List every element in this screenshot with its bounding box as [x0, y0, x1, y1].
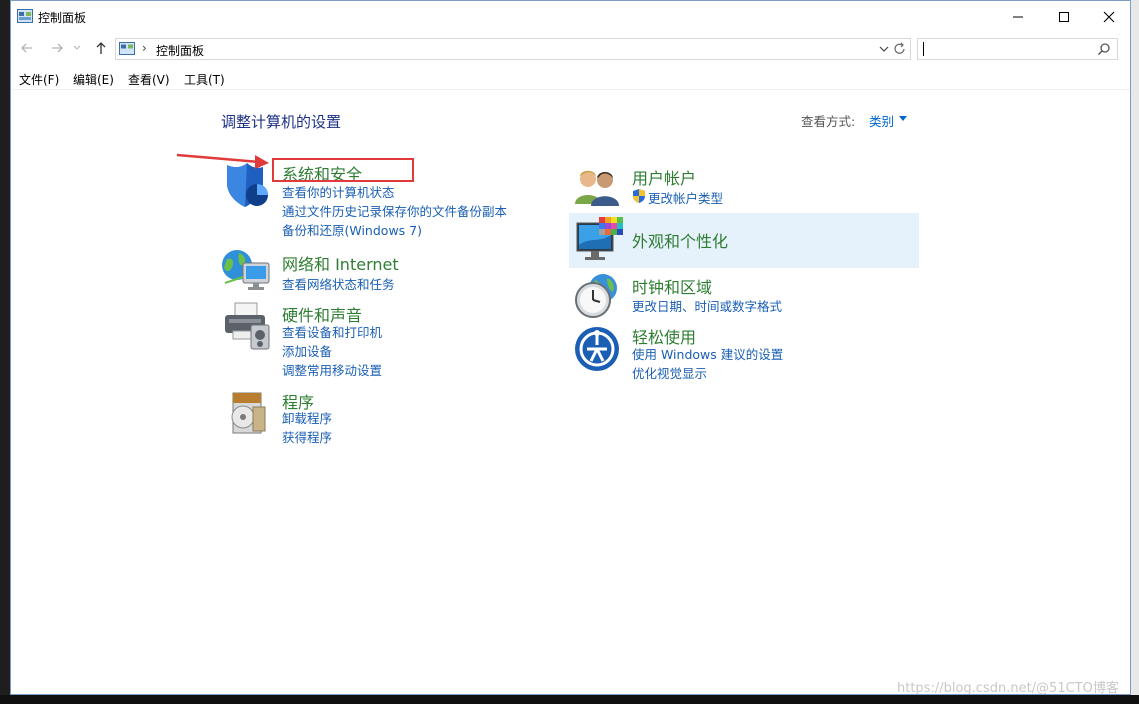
menu-view[interactable]: 查看(V) [128, 71, 170, 88]
close-button[interactable] [1086, 1, 1130, 32]
search-icon[interactable] [1097, 42, 1111, 56]
globe-network-icon[interactable] [221, 247, 271, 293]
program-disk-icon[interactable] [225, 389, 269, 437]
link-mobility-settings[interactable]: 调整常用移动设置 [282, 360, 382, 379]
address-bar[interactable]: › 控制面板 [115, 38, 911, 60]
recent-locations-button[interactable] [71, 39, 83, 57]
text-cursor [923, 42, 924, 56]
chevron-down-icon[interactable] [878, 42, 890, 56]
forward-button[interactable] [48, 39, 66, 57]
minimize-button[interactable] [995, 1, 1041, 32]
control-panel-icon [119, 42, 135, 55]
link-view-network-status[interactable]: 查看网络状态和任务 [282, 274, 395, 293]
arrow-left-icon [21, 43, 32, 53]
link-change-account-type[interactable]: 更改帐户类型 [648, 188, 723, 207]
dropdown-caret-icon[interactable] [899, 116, 907, 121]
breadcrumb-control-panel[interactable]: 控制面板 [156, 42, 204, 59]
ease-of-access-icon[interactable] [573, 325, 621, 373]
arrow-up-icon [96, 42, 106, 54]
category-clock-region[interactable]: 时钟和区域 [632, 274, 712, 298]
maximize-icon [1059, 11, 1069, 22]
annotation-arrow-icon [177, 153, 269, 169]
link-get-programs[interactable]: 获得程序 [282, 427, 332, 446]
category-network-internet[interactable]: 网络和 Internet [282, 251, 399, 275]
printer-icon[interactable] [221, 301, 271, 351]
link-view-computer-status[interactable]: 查看你的计算机状态 [282, 182, 395, 201]
link-devices-printers[interactable]: 查看设备和打印机 [282, 322, 382, 341]
link-uninstall-program[interactable]: 卸载程序 [282, 408, 332, 427]
uac-shield-icon [633, 189, 645, 203]
link-optimize-visual-display[interactable]: 优化视觉显示 [632, 363, 707, 382]
up-button[interactable] [92, 39, 110, 57]
view-by-dropdown[interactable]: 类别 [869, 111, 894, 130]
link-recommended-settings[interactable]: 使用 Windows 建议的设置 [632, 344, 783, 363]
chevron-down-icon [73, 45, 81, 50]
minimize-icon [1013, 16, 1023, 17]
link-file-history-backup[interactable]: 通过文件历史记录保存你的文件备份副本 [282, 201, 507, 220]
link-change-date-time-format[interactable]: 更改日期、时间或数字格式 [632, 296, 782, 315]
category-user-accounts[interactable]: 用户帐户 [632, 165, 696, 189]
back-button[interactable] [18, 39, 36, 57]
view-by-label: 查看方式: [801, 114, 856, 129]
menu-edit[interactable]: 编辑(E) [73, 71, 114, 88]
menu-bar: 文件(F) 编辑(E) 查看(V) 工具(T) [11, 67, 1130, 90]
category-appearance-personalization[interactable]: 外观和个性化 [632, 228, 728, 252]
background-window-edge [1131, 0, 1139, 704]
taskbar [0, 695, 1139, 704]
link-add-device[interactable]: 添加设备 [282, 341, 332, 360]
menu-tools[interactable]: 工具(T) [184, 71, 225, 88]
clock-globe-icon[interactable] [573, 272, 621, 320]
title-bar[interactable]: 控制面板 [11, 1, 1130, 32]
breadcrumb-separator[interactable]: › [142, 41, 147, 55]
search-input[interactable] [917, 38, 1118, 60]
maximize-button[interactable] [1041, 1, 1087, 32]
control-panel-window: 控制面板 › 控制面板 文件(F) 编辑(E) 查看(V) 工具(T) 调整计算… [10, 0, 1131, 695]
arrow-right-icon [52, 43, 63, 53]
close-icon [1103, 11, 1115, 22]
watermark: https://blog.csdn.net/@51CTO博客 [897, 681, 1119, 695]
link-backup-restore[interactable]: 备份和还原(Windows 7) [282, 220, 422, 239]
annotation-highlight-box [272, 158, 414, 182]
refresh-icon[interactable] [893, 41, 907, 57]
page-title: 调整计算机的设置 [221, 113, 342, 131]
menu-file[interactable]: 文件(F) [19, 71, 59, 88]
monitor-palette-icon[interactable] [575, 217, 623, 265]
users-icon[interactable] [573, 166, 621, 208]
window-title: 控制面板 [38, 11, 87, 25]
control-panel-icon [17, 9, 33, 23]
navigation-bar: › 控制面板 [11, 34, 1130, 62]
